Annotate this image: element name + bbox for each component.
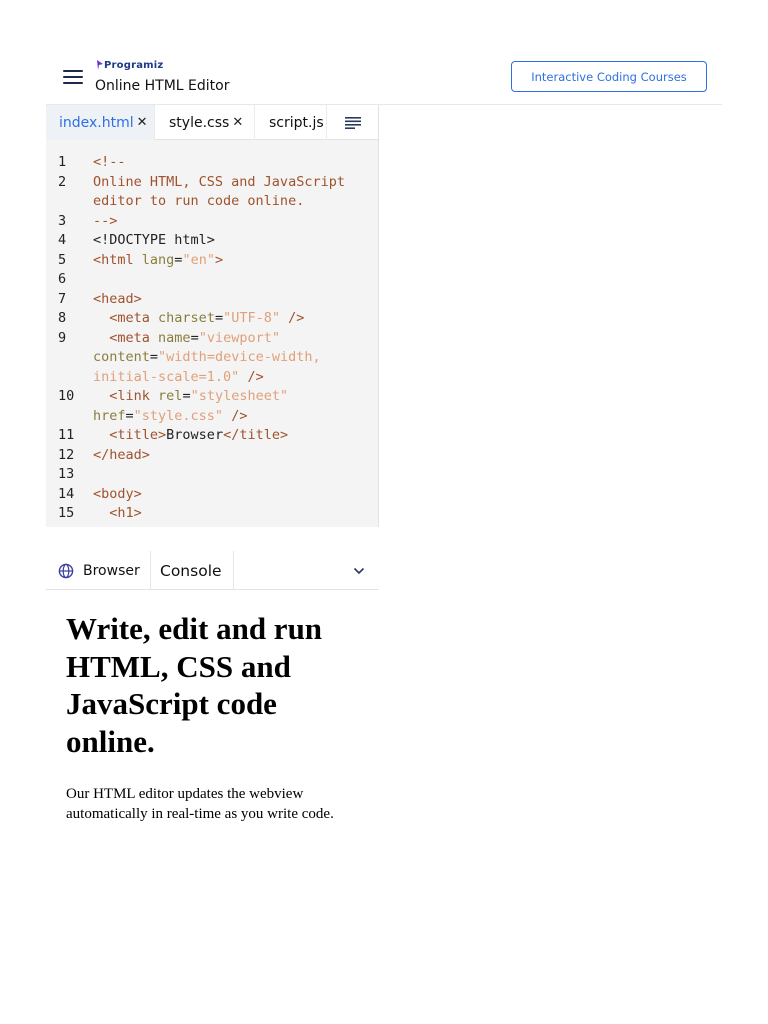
tab-browser-label: Browser xyxy=(83,562,140,579)
browser-preview: Write, edit and run HTML, CSS and JavaSc… xyxy=(66,610,356,824)
code-line: 1 <!-- xyxy=(58,154,126,170)
code-line: 14 <body> xyxy=(58,485,142,502)
code-area[interactable]: 1 <!-- 2 Online HTML, CSS and JavaScript e… xyxy=(46,153,378,524)
code-line: 9 <meta name="viewport" content="width=d… xyxy=(58,329,321,385)
code-line: 8 <meta charset="UTF-8" /> xyxy=(58,310,305,326)
code-editor[interactable]: index.html ✕ style.css ✕ script.js ✕ 1<!… xyxy=(46,105,379,527)
interactive-courses-button[interactable]: Interactive Coding Courses xyxy=(511,61,707,92)
programiz-logo[interactable]: Programiz xyxy=(96,57,163,73)
output-dropdown[interactable] xyxy=(234,551,379,590)
tab-console-label: Console xyxy=(160,561,222,580)
tab-label: script.js xyxy=(269,114,324,131)
file-tabs: index.html ✕ style.css ✕ script.js ✕ xyxy=(46,105,378,140)
close-icon[interactable]: ✕ xyxy=(232,115,243,130)
preview-heading: Write, edit and run HTML, CSS and JavaSc… xyxy=(66,611,323,759)
code-line: 13 xyxy=(58,466,75,482)
close-icon[interactable]: ✕ xyxy=(137,115,148,130)
code-line: 10 <link rel="stylesheet" href="style.cs… xyxy=(58,388,289,424)
code-line: 5 <html lang="en"> xyxy=(58,251,224,268)
format-lines-icon[interactable] xyxy=(326,105,378,140)
tab-browser[interactable]: Browser xyxy=(58,551,150,590)
tab-style-css[interactable]: style.css ✕ xyxy=(154,105,254,140)
code-line: 15 <h1> xyxy=(58,505,142,521)
logo-text: Programiz xyxy=(104,59,164,71)
page-title: Online HTML Editor xyxy=(95,78,230,94)
code-line: 3 --> xyxy=(58,212,118,229)
preview-paragraph: Our HTML editor updates the webview auto… xyxy=(66,786,334,822)
code-line: 4 <!DOCTYPE html> xyxy=(58,232,215,248)
output-tabs: Browser Console xyxy=(46,551,379,590)
chevron-down-icon xyxy=(353,567,365,574)
code-line: 11 <title>Browser</title> xyxy=(58,427,289,443)
tab-script-js[interactable]: script.js ✕ xyxy=(254,105,326,140)
code-line: 2 Online HTML, CSS and JavaScript editor … xyxy=(58,173,354,210)
code-line: 7 <head> xyxy=(58,290,142,307)
code-line: 12 </head> xyxy=(58,446,150,463)
globe-icon xyxy=(58,563,74,578)
app-header: Programiz Online HTML Editor Interactive… xyxy=(46,48,722,105)
code-line: 6 xyxy=(58,271,67,287)
tab-console[interactable]: Console xyxy=(150,551,234,590)
logo-mark-icon xyxy=(97,60,103,70)
hamburger-menu-icon[interactable] xyxy=(63,70,83,84)
tab-label: index.html xyxy=(59,114,134,131)
tab-label: style.css xyxy=(169,114,230,131)
tab-index-html[interactable]: index.html ✕ xyxy=(46,105,154,140)
